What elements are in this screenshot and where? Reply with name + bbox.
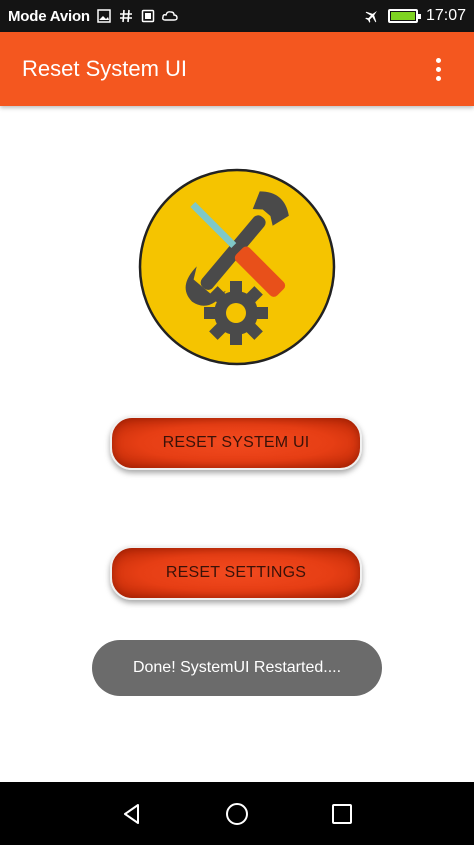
battery-level <box>390 12 415 20</box>
app-bar: Reset System UI <box>0 32 474 106</box>
clock: 17:07 <box>425 7 466 24</box>
reset-settings-button[interactable]: RESET SETTINGS <box>110 546 362 600</box>
toast-text: Done! SystemUI Restarted.... <box>132 659 342 676</box>
hash-icon <box>118 8 134 24</box>
image-icon <box>96 8 112 24</box>
carrier-label: Mode Avion <box>8 7 90 25</box>
toast-message: Done! SystemUI Restarted.... <box>92 640 382 696</box>
recents-icon[interactable] <box>322 794 362 834</box>
home-icon[interactable] <box>217 794 257 834</box>
navigation-bar <box>0 782 474 845</box>
tools-gear-icon <box>138 168 336 366</box>
reset-system-ui-button[interactable]: RESET SYSTEM UI <box>110 416 362 470</box>
app-title: Reset System UI <box>22 56 188 81</box>
status-bar: Mode Avion 17:07 <box>0 0 474 32</box>
sim-icon <box>140 8 156 24</box>
status-right: 17:07 <box>364 7 466 25</box>
battery-icon <box>387 9 421 23</box>
overflow-menu-icon[interactable] <box>424 49 452 89</box>
app-screen: Mode Avion 17:07 Reset System UI RESET S… <box>0 0 474 845</box>
back-icon[interactable] <box>112 794 152 834</box>
status-left: Mode Avion <box>8 8 364 25</box>
cloud-icon <box>161 8 178 24</box>
airplane-icon <box>364 8 380 24</box>
